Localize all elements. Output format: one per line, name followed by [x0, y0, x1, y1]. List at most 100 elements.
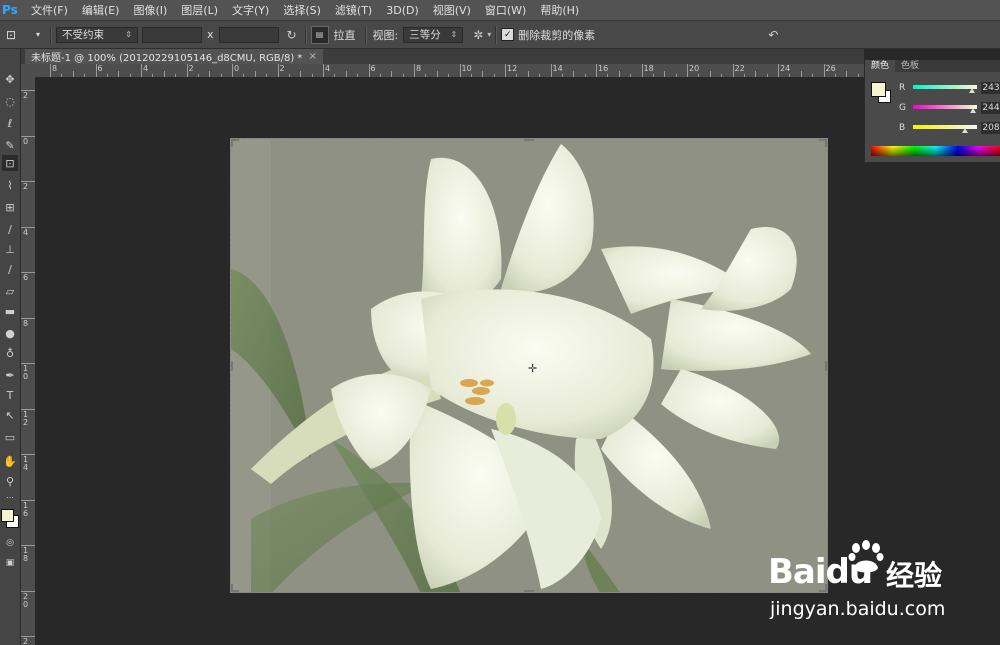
red-value[interactable]: 243 [981, 82, 1000, 94]
gear-icon[interactable]: ✲ [469, 26, 487, 44]
healing-tool-icon[interactable]: ⊞ [2, 199, 18, 215]
gradient-tool-icon[interactable]: ▬ [2, 303, 18, 319]
green-slider[interactable] [913, 105, 977, 109]
menu-filter[interactable]: 滤镜(T) [328, 2, 379, 18]
lily-flower-image: ✛ [231, 139, 827, 592]
document-tab[interactable]: 未标题-1 @ 100% (20120229105146_d8CMU, RGB/… [25, 49, 323, 64]
menu-window[interactable]: 窗口(W) [478, 2, 533, 18]
ruler-minor-tick [357, 74, 359, 77]
menu-file[interactable]: 文件(F) [24, 2, 75, 18]
color-spectrum-bar[interactable] [871, 146, 1000, 156]
ruler-minor-tick [539, 74, 541, 77]
horizontal-ruler[interactable]: 8 6 4 2 0 2 4 6 8 10 12 14 16 18 20 22 24 26 [37, 64, 864, 78]
menu-image[interactable]: 图像(I) [126, 2, 174, 18]
history-brush-tool-icon[interactable]: ∕ [2, 261, 18, 277]
eraser-tool-icon[interactable]: ▱ [2, 283, 18, 299]
marquee-tool-icon[interactable]: ◌ [2, 93, 18, 109]
ruler-tick [778, 64, 779, 77]
type-tool-icon[interactable]: T [2, 387, 18, 403]
close-icon[interactable]: × [308, 51, 316, 62]
ruler-label: 20 [689, 64, 700, 73]
blur-tool-icon[interactable]: ● [2, 325, 18, 341]
lasso-tool-icon[interactable]: ℓ [2, 115, 18, 131]
menu-3d[interactable]: 3D(D) [379, 4, 426, 17]
options-bar: ⊡ ▾ 不受约束 ⇕ x ↻ ▤ 拉直 视图: 三等分 ⇕ ✲ ▾ ✓ 删除裁剪… [0, 21, 1000, 49]
quick-select-tool-icon[interactable]: ✎ [2, 137, 18, 153]
straighten-icon[interactable]: ▤ [310, 25, 329, 44]
delete-cropped-label: 删除裁剪的像素 [518, 28, 596, 42]
menu-view[interactable]: 视图(V) [426, 2, 478, 18]
ruler-minor-tick [106, 74, 108, 77]
crop-handle-bottom[interactable] [524, 590, 534, 592]
menu-help[interactable]: 帮助(H) [533, 2, 586, 18]
delete-cropped-checkbox[interactable]: ✓ [501, 28, 515, 41]
ruler-label: 12 [507, 64, 518, 73]
height-input[interactable] [218, 26, 279, 43]
swap-dimensions-icon[interactable]: ↻ [283, 26, 301, 44]
hand-tool-icon[interactable]: ✋ [2, 453, 18, 469]
zoom-tool-icon[interactable]: ⚲ [2, 473, 18, 489]
tab-color[interactable]: 颜色 [865, 60, 896, 72]
divider [304, 25, 307, 44]
crop-icon: ⊡ [6, 27, 17, 42]
shape-tool-icon[interactable]: ▭ [2, 429, 18, 445]
stamp-tool-icon[interactable]: ⊥ [2, 241, 18, 257]
screen-mode-icon[interactable]: ▣ [2, 555, 18, 571]
ruler-minor-tick [152, 74, 154, 77]
ruler-label: 2 [188, 64, 194, 73]
crop-handle-tr-v[interactable] [825, 139, 827, 147]
path-select-tool-icon[interactable]: ↖ [2, 407, 18, 423]
crop-handle-right[interactable] [825, 361, 827, 371]
ruler-minor-tick [197, 74, 199, 77]
dodge-tool-icon[interactable]: ♁ [2, 345, 18, 361]
crop-handle-tl-v[interactable] [231, 139, 233, 147]
green-slider-thumb[interactable] [970, 108, 976, 113]
crop-handle-bl-v[interactable] [231, 584, 233, 592]
ruler-minor-tick [789, 74, 791, 77]
red-slider[interactable] [913, 85, 977, 89]
menu-select[interactable]: 选择(S) [276, 2, 328, 18]
divider [495, 25, 498, 44]
menu-type[interactable]: 文字(Y) [225, 2, 276, 18]
more-tools-icon[interactable]: ⋯ [2, 489, 18, 505]
straighten-label[interactable]: 拉直 [334, 27, 356, 43]
tool-preset-picker[interactable]: ⊡ ▾ [0, 28, 46, 42]
ruler-origin[interactable] [21, 64, 37, 77]
ruler-label: 16 [23, 500, 29, 518]
menu-edit[interactable]: 编辑(E) [75, 2, 127, 18]
ruler-tick [95, 64, 97, 77]
ruler-minor-tick [175, 74, 177, 77]
width-input[interactable] [142, 26, 202, 43]
view-select[interactable]: 三等分 ⇕ [403, 26, 464, 43]
blue-slider-thumb[interactable] [962, 128, 968, 133]
document-tab-title: 未标题-1 @ 100% (20120229105146_d8CMU, RGB/… [31, 53, 303, 64]
red-slider-thumb[interactable] [969, 88, 975, 93]
color-panel: 颜色 色板 R 243 G 244 B 208 [864, 60, 1000, 163]
foreground-color-swatch[interactable] [1, 509, 14, 522]
vertical-ruler[interactable]: 20246810121416182022 [21, 77, 36, 645]
quick-mask-icon[interactable]: ◎ [2, 535, 18, 551]
lily-photo-canvas[interactable]: ✛ [230, 138, 828, 593]
ruler-label: 10 [23, 364, 29, 381]
ruler-label: 4 [23, 227, 29, 237]
crop-tool-icon[interactable]: ⊡ [2, 155, 18, 171]
ruler-minor-tick [652, 74, 654, 77]
ruler-tick [323, 64, 324, 77]
brush-tool-icon[interactable]: ∕ [2, 221, 18, 237]
ruler-minor-tick [118, 71, 120, 77]
menu-layer[interactable]: 图层(L) [174, 2, 225, 18]
tab-swatches[interactable]: 色板 [895, 60, 925, 72]
ratio-select[interactable]: 不受约束 ⇕ [56, 26, 138, 43]
crop-handle-top[interactable] [524, 139, 534, 141]
eyedropper-tool-icon[interactable]: ⌇ [2, 177, 18, 193]
pen-tool-icon[interactable]: ✒ [2, 367, 18, 383]
ruler-label: 6 [370, 64, 376, 73]
blue-value[interactable]: 208 [981, 122, 1000, 134]
reset-icon[interactable]: ↶ [764, 26, 782, 44]
baidu-jingyan-watermark: Baidu 经验 jingyan.baidu.com [768, 540, 988, 625]
ruler-minor-tick [288, 74, 290, 77]
green-value[interactable]: 244 [981, 102, 1000, 114]
move-tool-icon[interactable]: ✥ [2, 71, 18, 87]
ruler-tick [232, 64, 233, 77]
crop-handle-left[interactable] [231, 361, 233, 371]
